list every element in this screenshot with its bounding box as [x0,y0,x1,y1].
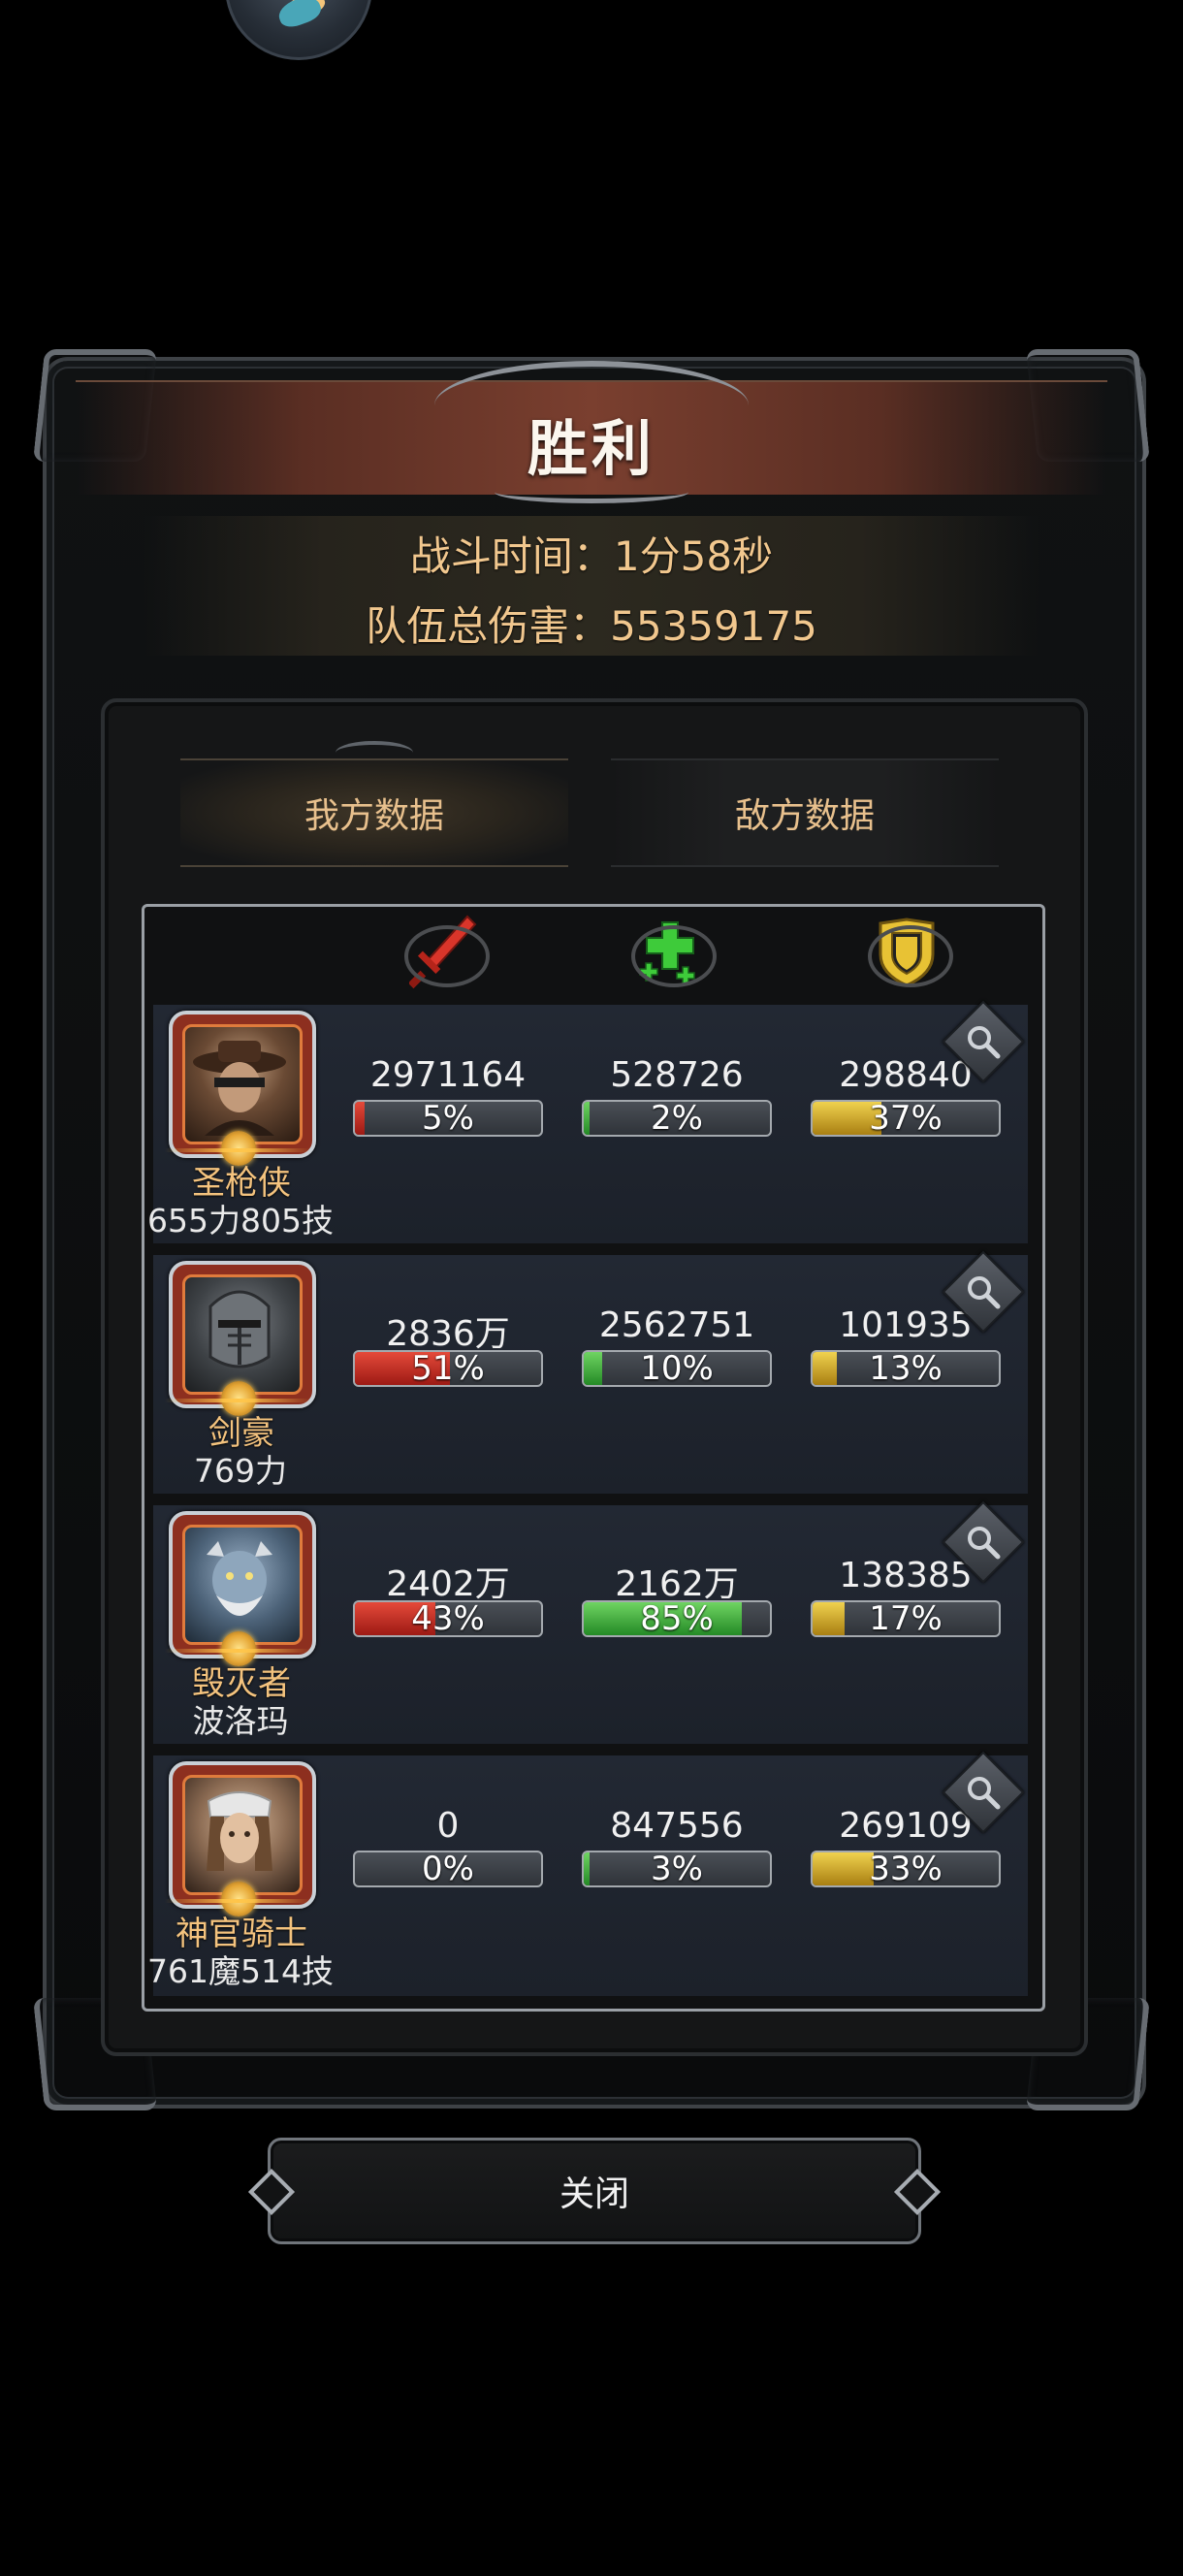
heal-value: 528726 [610,1055,744,1095]
heal-cell: 2162万 85% [582,1556,772,1637]
damage-bar: 5% [353,1100,543,1137]
heal-bar: 10% [582,1350,772,1387]
damage-cell: 0 0% [353,1806,543,1887]
heal-cell: 2562751 10% [582,1305,772,1387]
damage-cell: 2971164 5% [353,1055,543,1137]
priest-knight-portrait-art [207,1791,272,1871]
portrait-glow [165,1148,310,1152]
heal-column-header [626,912,717,993]
damage-column-header [400,912,490,993]
hero-stats: 655力805技 [147,1202,334,1240]
heal-bar: 3% [582,1851,772,1887]
heal-bar: 2% [582,1100,772,1137]
damage-cell: 2836万 51% [353,1305,543,1387]
damage-percent: 43% [411,1600,485,1637]
defense-percent: 37% [869,1100,943,1137]
damage-value: 2402万 [386,1564,510,1604]
destroyer-portrait-art [207,1541,272,1616]
damage-value: 2971164 [369,1055,527,1095]
magnifier-icon [968,1527,1001,1560]
heal-value: 2562751 [598,1305,755,1345]
title-bottom-ornament [495,481,688,503]
hero-row: 毁灭者 波洛玛 2402万 43% 2162万 85% 138385 17% [153,1500,1028,1744]
damage-value: 2836万 [386,1314,510,1354]
heal-value: 847556 [610,1806,744,1846]
magnifier-icon [968,1276,1001,1309]
victory-title: 胜利 [527,413,655,484]
team-total-damage: 队伍总伤害：55359175 [366,602,817,650]
defense-column-header [863,912,953,993]
damage-bar: 43% [353,1600,543,1637]
portrait-glow [165,1399,310,1402]
portrait-glow [165,1899,310,1903]
gunslinger-portrait-art [193,1041,286,1136]
heal-percent: 10% [640,1350,714,1387]
damage-bar: 0% [353,1851,543,1887]
defense-percent: 13% [869,1350,943,1387]
damage-percent: 5% [422,1100,474,1137]
heal-cell: 528726 2% [582,1055,772,1137]
tab-enemy-data[interactable]: 敌方数据 [611,758,999,867]
swordmaster-portrait-art [208,1290,271,1368]
magnifier-icon [968,1777,1001,1810]
heal-cell: 847556 3% [582,1806,772,1887]
battle-time: 战斗时间：1分58秒 [409,532,774,580]
heal-percent: 85% [640,1600,714,1637]
partial-top-avatar [225,0,372,60]
heal-value: 2162万 [615,1564,739,1604]
heal-percent: 3% [651,1851,703,1887]
magnifier-icon [968,1026,1001,1059]
hero-stats: 769力 [194,1452,287,1490]
hero-row: 神官骑士 761魔514技 0 0% 847556 3% 269109 33% [147,1751,1028,1996]
damage-percent: 0% [422,1851,474,1887]
heal-percent: 2% [651,1100,703,1137]
defense-percent: 33% [869,1851,943,1887]
hero-stats: 761魔514技 [147,1952,334,1990]
close-button[interactable]: 关闭 [268,2138,921,2244]
defense-bar: 33% [811,1851,1001,1887]
damage-cell: 2402万 43% [353,1556,543,1637]
portrait-glow [165,1649,310,1653]
defense-bar: 13% [811,1350,1001,1387]
defense-bar: 37% [811,1100,1001,1137]
damage-percent: 51% [411,1350,485,1387]
hero-row: 剑豪 769力 2836万 51% 2562751 10% 101935 13% [153,1250,1028,1494]
tab-our-data[interactable]: 我方数据 [180,758,568,867]
defense-bar: 17% [811,1600,1001,1637]
damage-bar: 51% [353,1350,543,1387]
heal-bar: 85% [582,1600,772,1637]
hero-stats: 波洛玛 [192,1702,289,1740]
defense-percent: 17% [869,1600,943,1637]
damage-value: 0 [436,1806,460,1846]
hero-row: 圣枪侠 655力805技 2971164 5% 528726 2% 298840… [147,1000,1028,1243]
